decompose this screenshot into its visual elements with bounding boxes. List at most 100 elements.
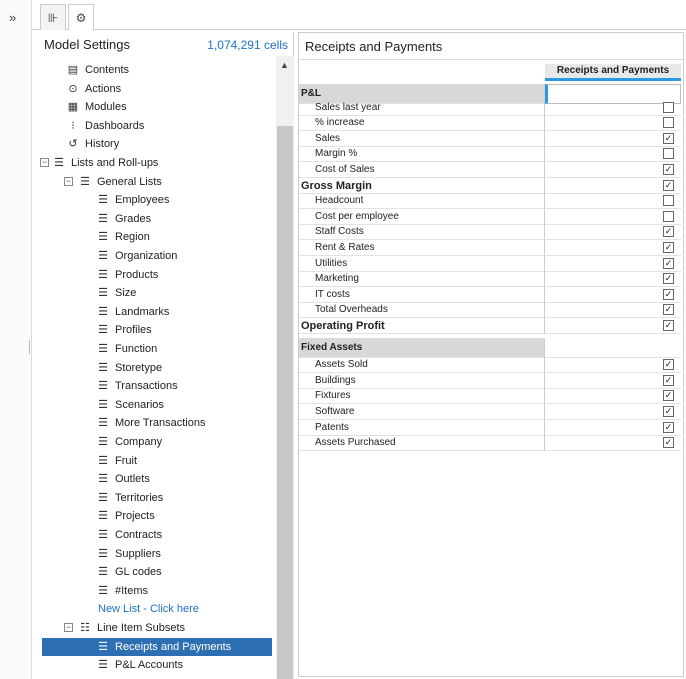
- tree-item[interactable]: ☰ Landmarks: [96, 303, 169, 321]
- unchecked-checkbox[interactable]: [663, 101, 674, 113]
- grid-cell[interactable]: ✓: [545, 420, 681, 436]
- grid-cell[interactable]: [545, 209, 681, 225]
- list-icon: ☰: [98, 398, 108, 411]
- checked-checkbox[interactable]: ✓: [663, 132, 674, 144]
- tree-item[interactable]: ☰ Organization: [96, 247, 177, 265]
- unchecked-checkbox[interactable]: [663, 210, 674, 222]
- tree-item[interactable]: ☰ Outlets: [96, 470, 150, 488]
- grid-cell[interactable]: ✓: [545, 256, 681, 272]
- grid-cell[interactable]: ✓: [545, 435, 681, 452]
- grid-cell[interactable]: ✓: [545, 240, 681, 256]
- tree-item[interactable]: ☰ Products: [96, 266, 158, 284]
- collapse-toggle[interactable]: −: [40, 158, 49, 167]
- tree-item[interactable]: ☰ Fruit: [96, 452, 137, 470]
- grid-cell[interactable]: ✓: [545, 357, 681, 374]
- checked-checkbox[interactable]: ✓: [663, 164, 674, 175]
- tree-item[interactable]: ☰ Employees: [96, 191, 169, 209]
- checked-checkbox[interactable]: ✓: [663, 242, 674, 253]
- tree-item[interactable]: ☰ Company: [96, 433, 162, 451]
- tree-scrollbar[interactable]: ▲: [276, 56, 294, 679]
- checked-checkbox[interactable]: ✓: [663, 273, 674, 285]
- collapse-toggle[interactable]: −: [64, 176, 73, 186]
- tree-item[interactable]: ☰ GL codes: [96, 563, 162, 581]
- grid-row: % increase: [299, 115, 683, 132]
- checked-checkbox[interactable]: ✓: [663, 179, 674, 191]
- tree-item[interactable]: ☰ Transactions: [96, 377, 178, 395]
- tree-item[interactable]: ☰ Suppliers: [96, 545, 161, 563]
- checked-checkbox[interactable]: ✓: [663, 304, 674, 316]
- tree-item[interactable]: ☰ Profiles: [96, 321, 152, 339]
- grid-cell[interactable]: ✓: [545, 162, 681, 178]
- tree-item[interactable]: ☰ Lists and Roll-ups: [52, 154, 158, 172]
- scroll-up-icon[interactable]: ▲: [280, 60, 289, 70]
- cell-count[interactable]: 1,074,291 cells: [207, 38, 288, 52]
- checked-checkbox[interactable]: ✓: [663, 288, 674, 300]
- tree-item[interactable]: ☰ Scenarios: [96, 396, 164, 414]
- checked-checkbox[interactable]: ✓: [663, 320, 674, 331]
- tree-item-label: Scenarios: [115, 398, 164, 411]
- grid-cell[interactable]: ✓: [545, 224, 681, 241]
- grid-row: Sales last year: [299, 99, 683, 116]
- unchecked-checkbox[interactable]: [663, 117, 674, 129]
- tree-item[interactable]: ☰ General Lists: [78, 173, 162, 191]
- settings-tab[interactable]: ⚙: [68, 4, 94, 30]
- checked-checkbox[interactable]: ✓: [663, 390, 674, 402]
- tree-item[interactable]: ☰ More Transactions: [96, 414, 205, 432]
- grid-cell[interactable]: ✓: [545, 318, 681, 334]
- splitter-grip[interactable]: [29, 340, 30, 354]
- grid-cell[interactable]: ✓: [545, 178, 681, 194]
- tree-item[interactable]: ☰ Receipts and Payments: [42, 637, 272, 656]
- tree-item[interactable]: ⁝ Dashboards: [66, 117, 144, 135]
- grid-cell[interactable]: ✓: [545, 302, 681, 319]
- checked-checkbox[interactable]: ✓: [663, 226, 674, 238]
- gear-icon: ⚙: [75, 10, 87, 25]
- grid-row: Patents ✓: [299, 419, 683, 436]
- tree-item[interactable]: ☰ Region: [96, 228, 150, 246]
- grid-cell[interactable]: [545, 115, 681, 132]
- collapse-toggle[interactable]: −: [64, 623, 73, 632]
- column-header[interactable]: Receipts and Payments: [545, 64, 681, 78]
- unchecked-checkbox[interactable]: [663, 195, 674, 207]
- tree-item[interactable]: ↺ History: [66, 135, 119, 153]
- double-chevron-right-icon[interactable]: »: [9, 10, 16, 25]
- grid-cell[interactable]: [545, 100, 681, 116]
- checked-checkbox[interactable]: ✓: [663, 421, 674, 433]
- tree-item[interactable]: ☰ Contracts: [96, 526, 162, 544]
- unchecked-checkbox[interactable]: [663, 148, 674, 160]
- grid-cell[interactable]: ✓: [545, 271, 681, 288]
- list-icon: ☰: [98, 343, 108, 355]
- tree-item[interactable]: ⊙ Actions: [66, 80, 121, 98]
- checked-checkbox[interactable]: ✓: [663, 257, 674, 269]
- grid-cell[interactable]: ✓: [545, 287, 681, 303]
- tree-item[interactable]: ☰ Projects: [96, 507, 155, 525]
- row-label: Sales: [299, 130, 545, 147]
- tree-item[interactable]: ☰ Grades: [96, 210, 151, 228]
- tree-item[interactable]: ☰ Function: [96, 340, 157, 358]
- checked-checkbox[interactable]: ✓: [663, 437, 674, 449]
- grid-row: Cost of Sales ✓: [299, 162, 683, 178]
- grid-cell[interactable]: [545, 338, 681, 358]
- grid-cell[interactable]: [545, 146, 681, 163]
- tree-item[interactable]: ▦ Modules: [66, 98, 127, 116]
- tree-item[interactable]: New List - Click here: [98, 600, 199, 618]
- hierarchy-icon: ⊪: [47, 10, 59, 25]
- hierarchy-tab[interactable]: ⊪: [40, 4, 66, 30]
- row-label: Headcount: [299, 193, 545, 210]
- checked-checkbox[interactable]: ✓: [663, 374, 674, 386]
- grid-cell[interactable]: ✓: [545, 404, 681, 420]
- checked-checkbox[interactable]: ✓: [663, 406, 674, 417]
- tree-item[interactable]: ☰ Size: [96, 284, 136, 302]
- grid-cell[interactable]: ✓: [545, 388, 681, 405]
- scroll-thumb[interactable]: [277, 126, 293, 679]
- tree-item[interactable]: ☰ Territories: [96, 489, 163, 507]
- tree-item[interactable]: ☰ #Items: [96, 582, 148, 600]
- checked-checkbox[interactable]: ✓: [663, 359, 674, 371]
- grid-cell[interactable]: ✓: [545, 373, 681, 389]
- tree-item[interactable]: ☷ Line Item Subsets: [78, 619, 185, 637]
- grid-cell[interactable]: ✓: [545, 131, 681, 147]
- tree-item[interactable]: ☰ P&L Accounts: [96, 656, 183, 674]
- grid-row: Cost per employee: [299, 208, 683, 225]
- tree-item[interactable]: ▤ Contents: [66, 61, 129, 79]
- tree-item[interactable]: ☰ Storetype: [96, 359, 162, 377]
- grid-cell[interactable]: [545, 193, 681, 210]
